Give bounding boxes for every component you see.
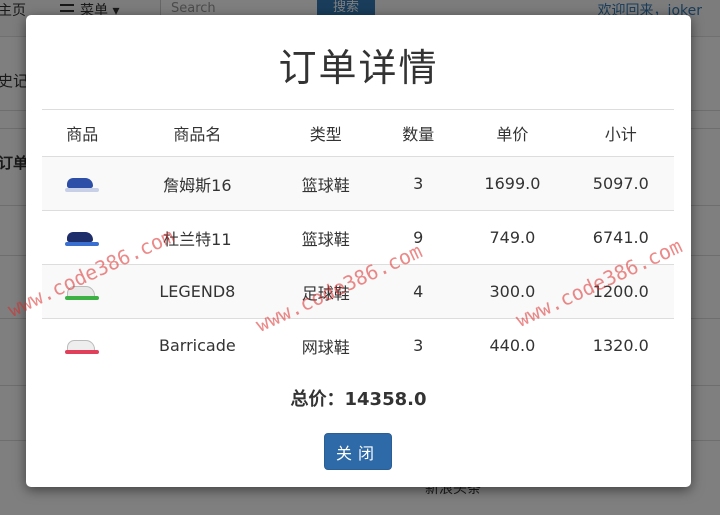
product-price: 1699.0 xyxy=(457,156,568,211)
order-total: 总价：14358.0 xyxy=(290,389,427,410)
order-table: 商品 商品名 类型 数量 单价 小计 詹姆斯16 篮球鞋 3 1699.0 50… xyxy=(42,109,674,372)
product-qty: 9 xyxy=(379,210,458,265)
product-qty: 4 xyxy=(379,264,458,319)
product-subtotal: 6741.0 xyxy=(567,210,674,265)
product-image-cell xyxy=(42,318,123,372)
product-qty: 3 xyxy=(379,318,458,372)
product-price: 300.0 xyxy=(457,264,568,319)
blue-sneaker-icon xyxy=(65,175,100,193)
product-name: 詹姆斯16 xyxy=(122,156,273,211)
table-row: Barricade 网球鞋 3 440.0 1320.0 xyxy=(42,318,674,372)
product-image-cell xyxy=(42,264,123,319)
col-header-price: 单价 xyxy=(457,109,568,157)
table-header-row: 商品 商品名 类型 数量 单价 小计 xyxy=(42,109,674,157)
col-header-product: 商品 xyxy=(42,109,123,157)
table-row: LEGEND8 足球鞋 4 300.0 1200.0 xyxy=(42,264,674,319)
order-detail-modal: 订单详情 商品 商品名 类型 数量 单价 小计 詹姆斯16 篮球鞋 3 1699… xyxy=(26,15,691,487)
product-subtotal: 1320.0 xyxy=(567,318,674,372)
col-header-type: 类型 xyxy=(272,109,380,157)
product-type: 网球鞋 xyxy=(272,318,380,372)
product-type: 足球鞋 xyxy=(272,264,380,319)
table-row: 詹姆斯16 篮球鞋 3 1699.0 5097.0 xyxy=(42,156,674,211)
navy-sneaker-icon xyxy=(65,229,100,247)
product-name: LEGEND8 xyxy=(122,264,273,319)
product-price: 749.0 xyxy=(457,210,568,265)
product-type: 篮球鞋 xyxy=(272,156,380,211)
product-image-cell xyxy=(42,156,123,211)
product-name: 杜兰特11 xyxy=(122,210,273,265)
product-name: Barricade xyxy=(122,318,273,372)
col-header-name: 商品名 xyxy=(122,109,273,157)
col-header-subtotal: 小计 xyxy=(567,109,674,157)
white-green-sneaker-icon xyxy=(65,283,100,301)
product-subtotal: 1200.0 xyxy=(567,264,674,319)
product-image-cell xyxy=(42,210,123,265)
col-header-qty: 数量 xyxy=(379,109,458,157)
product-type: 篮球鞋 xyxy=(272,210,380,265)
close-button[interactable]: 关闭 xyxy=(324,433,392,470)
product-price: 440.0 xyxy=(457,318,568,372)
white-red-sneaker-icon xyxy=(65,337,100,355)
table-row: 杜兰特11 篮球鞋 9 749.0 6741.0 xyxy=(42,210,674,265)
modal-title: 订单详情 xyxy=(278,46,439,90)
product-subtotal: 5097.0 xyxy=(567,156,674,211)
product-qty: 3 xyxy=(379,156,458,211)
